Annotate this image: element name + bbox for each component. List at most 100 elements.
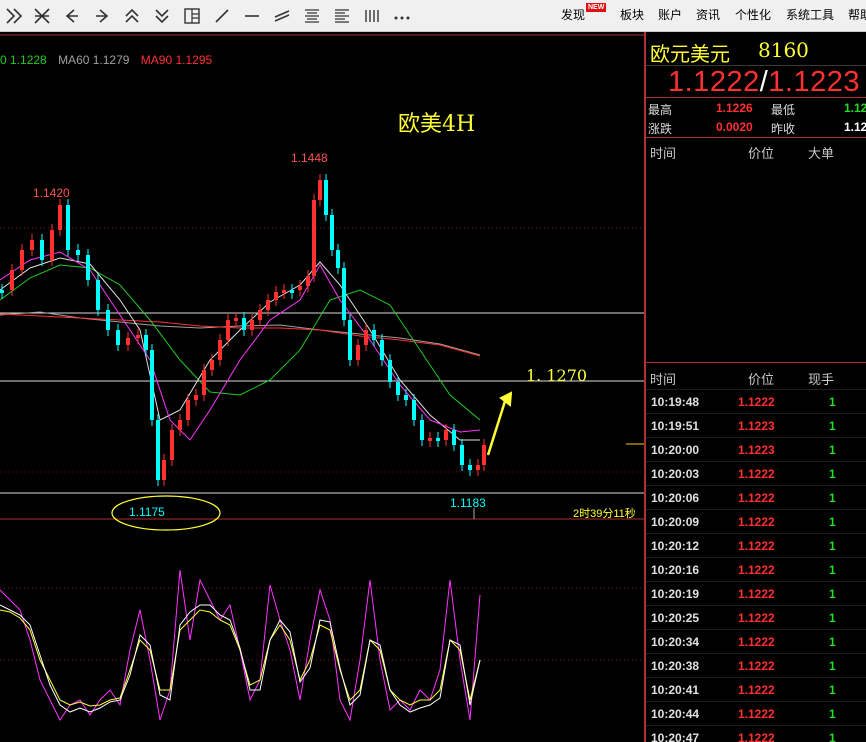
bid-price: 1.1222 bbox=[668, 66, 760, 98]
trade-row[interactable]: 10:20:00 1.1223 1 bbox=[646, 437, 866, 461]
trade-time: 10:20:03 bbox=[651, 467, 700, 481]
trade-volume: 1 bbox=[829, 515, 836, 529]
collapse-up-icon[interactable] bbox=[122, 6, 142, 26]
bars-icon[interactable] bbox=[362, 6, 382, 26]
ma90-line bbox=[0, 313, 481, 357]
candle-body bbox=[306, 276, 310, 286]
trade-price: 1.1222 bbox=[738, 515, 775, 529]
high-label: 最高 bbox=[648, 103, 673, 117]
menu-sector[interactable]: 板块 bbox=[620, 6, 644, 23]
candle-body bbox=[126, 338, 130, 345]
parallel-line-icon[interactable] bbox=[272, 6, 292, 26]
up-arrow-shaft bbox=[486, 397, 508, 456]
candle-body bbox=[290, 290, 294, 293]
ma60-value: MA60 1.1279 bbox=[58, 53, 130, 67]
trade-time: 10:20:41 bbox=[651, 683, 700, 697]
trade-list[interactable]: 10:19:48 1.1222 1 10:19:51 1.1223 1 10:20:00 1.… bbox=[646, 389, 866, 742]
arrow-left-icon[interactable] bbox=[62, 6, 82, 26]
target-price-label: 1. 1270 bbox=[526, 366, 588, 385]
candlestick-series bbox=[0, 174, 486, 486]
candle-body bbox=[330, 215, 334, 250]
trade-price-header: 价位 bbox=[748, 372, 775, 387]
ask-price: 1.1223 bbox=[768, 66, 860, 98]
candle-body bbox=[10, 270, 14, 290]
trade-row[interactable]: 10:20:34 1.1222 1 bbox=[646, 629, 866, 653]
candle-body bbox=[178, 420, 182, 430]
trade-volume: 1 bbox=[829, 491, 836, 505]
candle-body bbox=[258, 310, 262, 320]
candle-body bbox=[86, 255, 90, 280]
trade-price: 1.1222 bbox=[738, 635, 775, 649]
trade-row[interactable]: 10:20:41 1.1222 1 bbox=[646, 677, 866, 701]
trade-row[interactable]: 10:19:51 1.1223 1 bbox=[646, 413, 866, 437]
menu-personalize[interactable]: 个性化 bbox=[735, 6, 771, 23]
trade-time: 10:20:44 bbox=[651, 707, 700, 721]
candle-body bbox=[210, 360, 214, 370]
menu-system-tools[interactable]: 系统工具 bbox=[786, 6, 834, 23]
change-value: 0.0020 bbox=[716, 120, 753, 134]
candle-body bbox=[136, 335, 140, 338]
menu-account[interactable]: 账户 bbox=[658, 6, 682, 23]
trade-time: 10:20:16 bbox=[651, 563, 700, 577]
trade-row[interactable]: 10:20:09 1.1222 1 bbox=[646, 509, 866, 533]
trade-volume: 1 bbox=[829, 587, 836, 601]
candle-body bbox=[274, 292, 278, 300]
candle-body bbox=[202, 370, 206, 395]
collapse-down-icon[interactable] bbox=[152, 6, 172, 26]
candle-body bbox=[30, 240, 34, 250]
candle-body bbox=[76, 250, 80, 255]
trade-volume: 1 bbox=[829, 443, 836, 457]
text-block-icon[interactable] bbox=[302, 6, 322, 26]
oscillator-yellow-line bbox=[0, 609, 481, 707]
trade-price: 1.1222 bbox=[738, 683, 775, 697]
candle-body bbox=[162, 460, 166, 480]
trade-time-header: 时间 bbox=[650, 372, 677, 387]
trade-row[interactable]: 10:19:48 1.1222 1 bbox=[646, 389, 866, 413]
candle-body bbox=[20, 250, 24, 270]
menu-help[interactable]: 帮助 bbox=[848, 6, 866, 23]
zoom-in-icon[interactable] bbox=[4, 6, 24, 26]
menu-discover[interactable]: 发现 bbox=[561, 6, 585, 23]
trade-price: 1.1222 bbox=[738, 707, 775, 721]
low-value: 1.12 bbox=[844, 101, 866, 115]
zoom-out-icon[interactable] bbox=[32, 6, 52, 26]
trade-volume: 1 bbox=[829, 419, 836, 433]
trade-row[interactable]: 10:20:38 1.1222 1 bbox=[646, 653, 866, 677]
more-icon[interactable] bbox=[392, 6, 412, 26]
trade-row[interactable]: 10:20:06 1.1222 1 bbox=[646, 485, 866, 509]
symbol-code: 8160 bbox=[758, 38, 809, 62]
ma60-line bbox=[0, 311, 481, 356]
trade-row[interactable]: 10:20:44 1.1222 1 bbox=[646, 701, 866, 725]
big-order-time-header: 时间 bbox=[650, 146, 677, 161]
trade-row[interactable]: 10:20:19 1.1222 1 bbox=[646, 581, 866, 605]
trade-price: 1.1223 bbox=[738, 443, 775, 457]
candle-body bbox=[372, 330, 376, 340]
candle-body bbox=[444, 430, 448, 440]
trade-row[interactable]: 10:20:16 1.1222 1 bbox=[646, 557, 866, 581]
ma-white-line bbox=[0, 257, 480, 441]
trade-row[interactable]: 10:20:25 1.1222 1 bbox=[646, 605, 866, 629]
trade-volume: 1 bbox=[829, 707, 836, 721]
trade-row[interactable]: 10:20:03 1.1222 1 bbox=[646, 461, 866, 485]
candle-body bbox=[380, 340, 384, 360]
horizontal-line-icon[interactable] bbox=[242, 6, 262, 26]
trade-header: 时间 价位 现手 bbox=[646, 366, 866, 388]
candle-body bbox=[116, 330, 120, 345]
trade-row[interactable]: 10:20:47 1.1222 1 bbox=[646, 725, 866, 742]
trade-row[interactable]: 10:20:12 1.1222 1 bbox=[646, 533, 866, 557]
trade-time: 10:20:47 bbox=[651, 731, 700, 742]
oscillator-magenta-line bbox=[0, 569, 481, 722]
trade-time: 10:20:12 bbox=[651, 539, 700, 553]
layout-icon[interactable] bbox=[182, 6, 202, 26]
candle-body bbox=[318, 180, 322, 200]
candle-body bbox=[266, 300, 270, 310]
low-label-2: 1.1183 bbox=[450, 496, 486, 510]
arrow-right-icon[interactable] bbox=[92, 6, 112, 26]
list-block-icon[interactable] bbox=[332, 6, 352, 26]
price-chart[interactable]: 0 1.1228 MA60 1.1279 MA90 1.1295 欧美4H 1.… bbox=[0, 32, 644, 742]
trade-time: 10:20:19 bbox=[651, 587, 700, 601]
chart-canvas[interactable] bbox=[0, 32, 644, 742]
menu-news[interactable]: 资讯 bbox=[696, 6, 720, 23]
line-draw-icon[interactable] bbox=[212, 6, 232, 26]
trade-volume: 1 bbox=[829, 731, 836, 742]
